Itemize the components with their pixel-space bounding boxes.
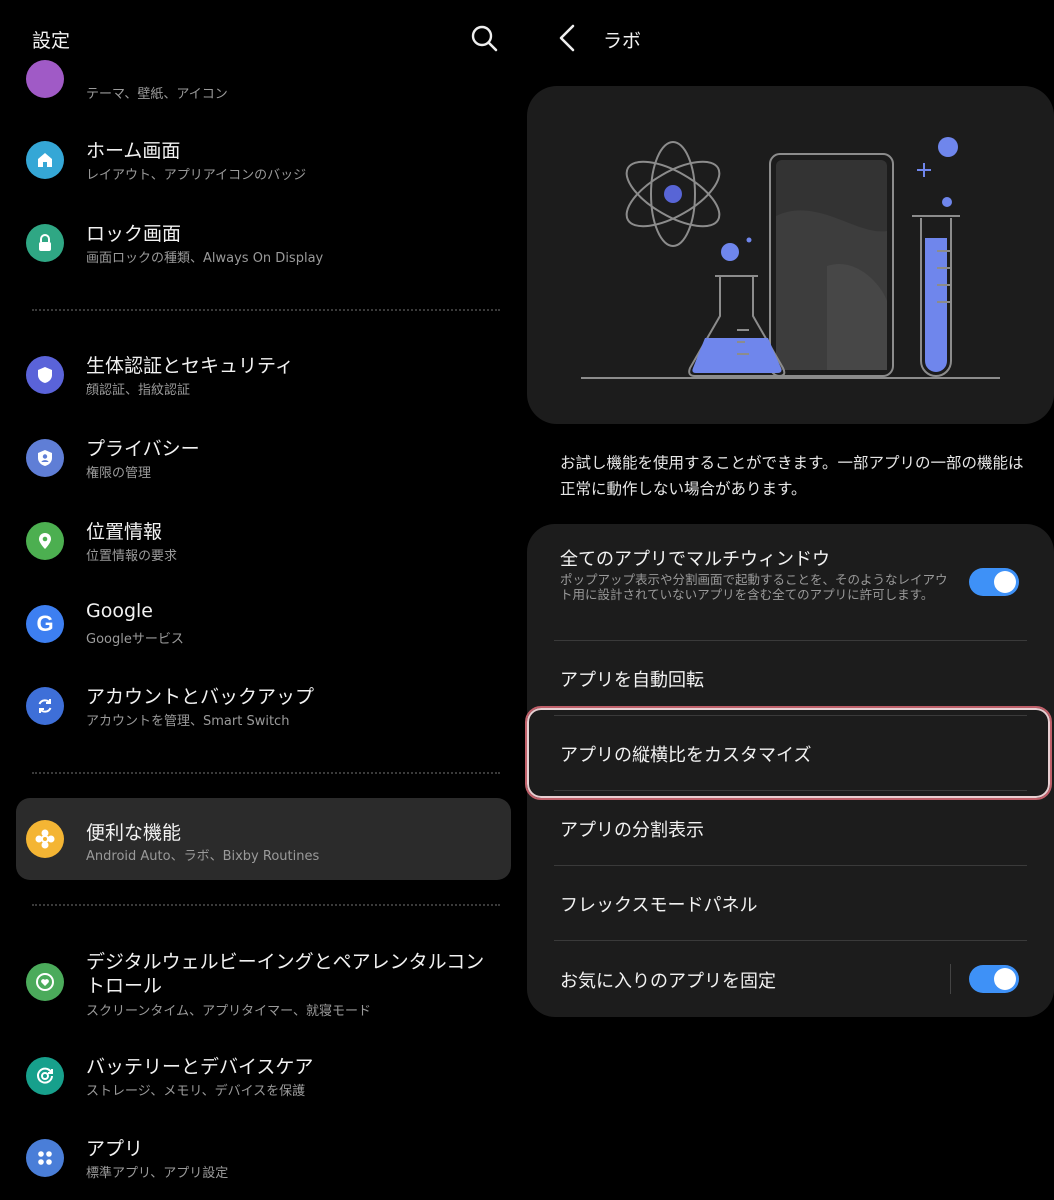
settings-item-battery-device-care[interactable]: バッテリーとデバイスケア ストレージ、メモリ、デバイスを保護 [16, 1040, 511, 1112]
settings-item-subtitle: 位置情報の要求 [86, 549, 178, 564]
settings-item-security[interactable]: 生体認証とセキュリティ 顔認証、指紋認証 [16, 339, 511, 411]
settings-item-accounts[interactable]: アカウントとバックアップ アカウントを管理、Smart Switch [16, 670, 511, 742]
settings-item-subtitle: アカウントを管理、Smart Switch [86, 714, 290, 729]
highlight-box [525, 706, 1052, 800]
device-care-icon [26, 1057, 64, 1095]
settings-pane: 設定 テーマ、壁紙、アイコン ホーム画面 レイアウト、アプリアイコンのバッジ ロ… [0, 0, 527, 1200]
settings-item-privacy[interactable]: プライバシー 権限の管理 [16, 422, 511, 494]
divider [32, 772, 500, 774]
labs-illustration [527, 86, 1054, 424]
labs-pane: ラボ お試し機能を使用することができます。一部アプリの一部の機能は正常に動作しな… [525, 0, 1054, 1200]
settings-item-subtitle: 画面ロックの種類、Always On Display [86, 251, 324, 266]
auto-rotate-row[interactable]: アプリを自動回転 [527, 641, 1054, 715]
location-icon [26, 522, 64, 560]
divider [32, 309, 500, 311]
pin-favorite-apps-row[interactable]: お気に入りのアプリを固定 [527, 941, 1054, 1017]
palette-icon [26, 60, 64, 98]
settings-item-partial[interactable]: テーマ、壁紙、アイコン [16, 60, 511, 110]
search-icon[interactable] [470, 24, 500, 54]
settings-item-subtitle: 顔認証、指紋認証 [86, 383, 191, 398]
settings-item-title: アプリ [86, 1138, 144, 1160]
row-label: アプリを自動回転 [560, 670, 704, 691]
labs-options-card: 全てのアプリでマルチウィンドウ ポップアップ表示や分割画面で起動することを、その… [525, 524, 1054, 1017]
row-label: アプリの分割表示 [560, 820, 704, 841]
privacy-icon [26, 439, 64, 477]
page-title: ラボ [603, 30, 642, 52]
settings-item-title: ロック画面 [86, 223, 182, 245]
settings-item-home[interactable]: ホーム画面 レイアウト、アプリアイコンのバッジ [16, 124, 511, 196]
settings-item-title: Google [86, 600, 154, 622]
lock-icon [26, 224, 64, 262]
puzzle-icon [26, 820, 64, 858]
settings-item-title: デジタルウェルビーイングとペアレンタルコントロール [86, 951, 485, 997]
multi-window-toggle[interactable] [969, 568, 1019, 596]
settings-item-digital-wellbeing[interactable]: デジタルウェルビーイングとペアレンタルコントロール スクリーンタイム、アプリタイ… [16, 940, 511, 1024]
row-description: ポップアップ表示や分割画面で起動することを、そのようなレイアウト用に設計されてい… [560, 572, 948, 602]
settings-item-title: プライバシー [86, 438, 200, 460]
settings-item-title: バッテリーとデバイスケア [86, 1056, 314, 1078]
sync-icon [26, 687, 64, 725]
row-label: お気に入りのアプリを固定 [560, 971, 776, 992]
settings-item-title: 生体認証とセキュリティ [86, 355, 294, 377]
wellbeing-icon [26, 963, 64, 1001]
settings-item-location[interactable]: 位置情報 位置情報の要求 [16, 505, 511, 577]
back-arrow-icon[interactable] [555, 22, 579, 54]
settings-item-subtitle: 権限の管理 [86, 466, 152, 481]
settings-item-title: 位置情報 [86, 521, 163, 543]
settings-item-title: 便利な機能 [86, 822, 182, 844]
settings-item-lockscreen[interactable]: ロック画面 画面ロックの種類、Always On Display [16, 207, 511, 279]
home-icon [26, 141, 64, 179]
split-view-row[interactable]: アプリの分割表示 [527, 791, 1054, 865]
multi-window-row[interactable]: 全てのアプリでマルチウィンドウ ポップアップ表示や分割画面で起動することを、その… [527, 524, 1054, 640]
settings-item-title: ホーム画面 [86, 140, 181, 162]
settings-item-subtitle: Android Auto、ラボ、Bixby Routines [86, 849, 320, 864]
settings-item-advanced-features[interactable]: 便利な機能 Android Auto、ラボ、Bixby Routines [16, 798, 511, 880]
settings-item-apps[interactable]: アプリ 標準アプリ、アプリ設定 [16, 1122, 511, 1194]
row-label: 全てのアプリでマルチウィンドウ [560, 549, 830, 570]
settings-item-subtitle: スクリーンタイム、アプリタイマー、就寝モード [86, 1004, 371, 1019]
settings-item-subtitle: テーマ、壁紙、アイコン [86, 87, 228, 102]
pin-favorite-apps-toggle[interactable] [969, 965, 1019, 993]
row-label: フレックスモードパネル [560, 895, 758, 916]
divider [32, 904, 500, 906]
settings-item-subtitle: レイアウト、アプリアイコンのバッジ [86, 168, 307, 183]
shield-icon [26, 356, 64, 394]
settings-item-title: アカウントとバックアップ [86, 686, 315, 708]
google-icon: G [26, 605, 64, 643]
page-title: 設定 [32, 30, 71, 52]
separator [950, 964, 951, 994]
settings-item-subtitle: Googleサービス [86, 632, 184, 647]
settings-item-subtitle: ストレージ、メモリ、デバイスを保護 [86, 1084, 306, 1099]
apps-icon [26, 1139, 64, 1177]
labs-description: お試し機能を使用することができます。一部アプリの一部の機能は正常に動作しない場合… [560, 454, 1024, 498]
flex-mode-panel-row[interactable]: フレックスモードパネル [527, 866, 1054, 940]
settings-item-subtitle: 標準アプリ、アプリ設定 [86, 1166, 229, 1181]
settings-item-google[interactable]: G Google Googleサービス [16, 588, 511, 660]
